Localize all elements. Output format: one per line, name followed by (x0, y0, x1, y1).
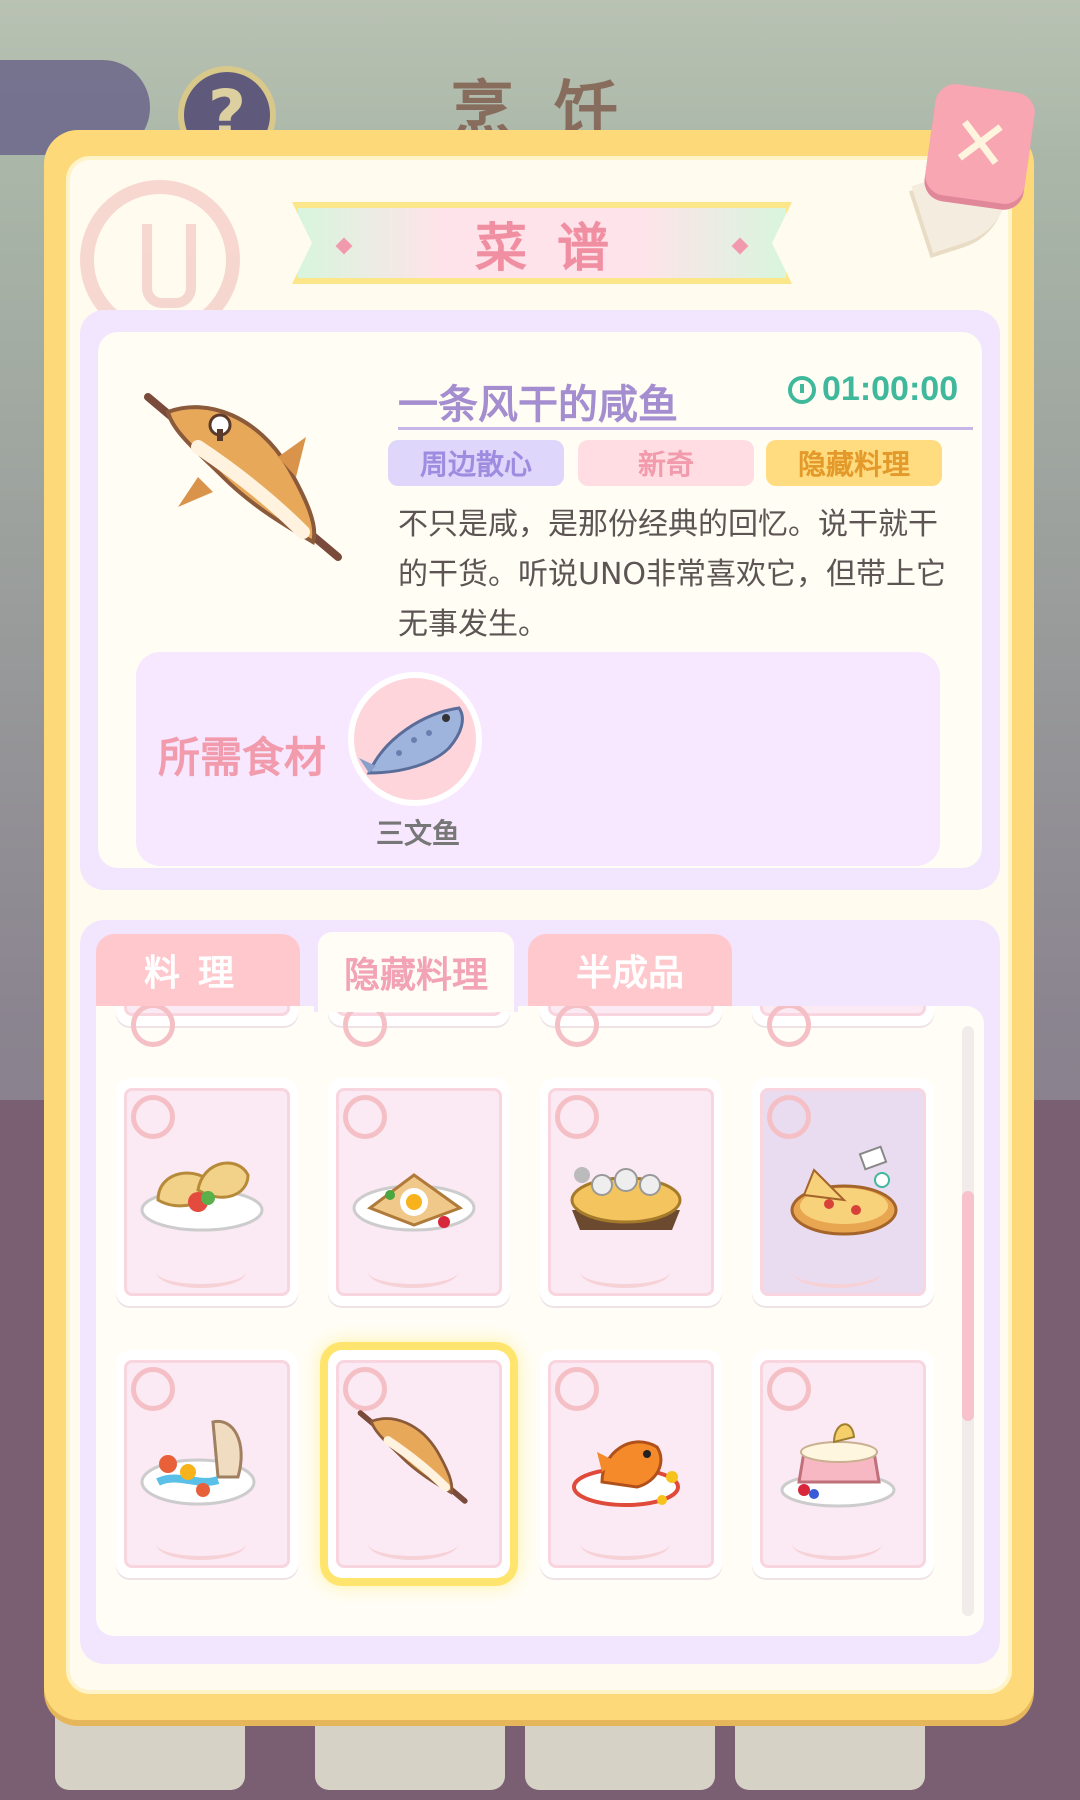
tab-hidden-dishes[interactable]: 隐藏料理 (314, 928, 518, 1012)
recipe-card[interactable] (116, 1006, 298, 1047)
cheese-tart-dish-icon (570, 1167, 682, 1230)
tab-semi-finished[interactable]: 半成品 (528, 934, 732, 1006)
ingredient-slot[interactable] (348, 672, 482, 806)
tag-location: 周边散心 (388, 440, 564, 486)
cook-timer: 01:00:00 (788, 370, 958, 409)
tag-style: 新奇 (578, 440, 754, 486)
close-icon: ✕ (945, 99, 1015, 189)
diamond-icon (731, 237, 749, 255)
seafood-platter-dish-icon (140, 1419, 256, 1506)
recipe-card[interactable] (540, 1350, 722, 1578)
galette-egg-dish-icon (352, 1173, 476, 1232)
ingredients-label: 所需食材 (158, 733, 327, 782)
recipe-detail-inner: 一条风干的咸鱼 01:00:00 周边散心 新奇 隐藏料理 不只是咸，是那份经典… (98, 332, 982, 868)
recipe-card[interactable] (540, 1078, 722, 1306)
pizza-dish-icon (790, 1145, 898, 1236)
dried-salted-fish-icon (144, 393, 342, 561)
diamond-icon (335, 237, 353, 255)
scrollbar-thumb[interactable] (962, 1191, 974, 1421)
recipe-card[interactable] (116, 1350, 298, 1578)
taiyaki-wrap-dish-icon (140, 1161, 264, 1232)
timer-value: 01:00:00 (822, 370, 959, 408)
recipe-list-panel: 料理 半成品 隐藏料理 (80, 920, 1000, 1664)
recipe-card[interactable] (328, 1078, 510, 1306)
recipe-card[interactable] (752, 1350, 934, 1578)
recipe-card[interactable] (116, 1078, 298, 1306)
recipe-grid[interactable] (96, 1006, 984, 1636)
divider (398, 427, 973, 430)
tag-category: 隐藏料理 (766, 440, 942, 486)
panel-title: 菜谱 (474, 218, 639, 279)
tab-dishes[interactable]: 料理 (96, 934, 300, 1006)
clock-icon (788, 375, 816, 404)
dish-description: 不只是咸，是那份经典的回忆。说干就干的干货。听说UNO非常喜欢它，但带上它无事发… (398, 507, 947, 642)
recipe-detail-card: 一条风干的咸鱼 01:00:00 周边散心 新奇 隐藏料理 不只是咸，是那份经典… (80, 310, 1000, 890)
dried-salted-fish-dish-icon (357, 1410, 468, 1504)
dish-name: 一条风干的咸鱼 (398, 382, 678, 428)
goldfish-dish-icon (572, 1440, 680, 1507)
title-banner: 菜谱 (292, 202, 792, 284)
recipe-card[interactable] (752, 1006, 934, 1047)
recipe-card[interactable] (540, 1006, 722, 1047)
salmon-icon (359, 706, 464, 775)
pig-cake-dish-icon (780, 1423, 896, 1508)
ingredients-section: 所需食材 三文鱼 (136, 652, 940, 866)
ingredient-name: 三文鱼 (375, 817, 460, 850)
close-button[interactable]: ✕ (922, 81, 1038, 207)
recipe-card-selected[interactable] (328, 1350, 510, 1578)
recipe-card[interactable] (752, 1078, 934, 1306)
